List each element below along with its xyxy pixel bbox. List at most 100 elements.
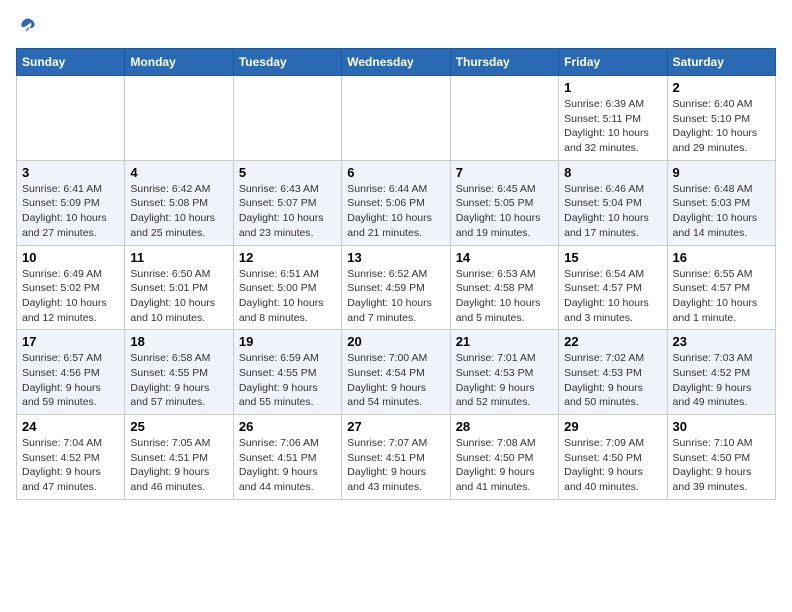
- day-info: Sunrise: 6:42 AM Sunset: 5:08 PM Dayligh…: [130, 182, 227, 241]
- calendar-cell: [342, 76, 450, 161]
- calendar-cell: 28 Sunrise: 7:08 AM Sunset: 4:50 PM Dayli…: [450, 415, 558, 500]
- weekday-header: Friday: [559, 49, 667, 76]
- calendar-cell: 2 Sunrise: 6:40 AM Sunset: 5:10 PM Daylig…: [667, 76, 775, 161]
- day-number: 19: [239, 334, 336, 349]
- calendar-cell: 25 Sunrise: 7:05 AM Sunset: 4:51 PM Dayli…: [125, 415, 233, 500]
- calendar-cell: 18 Sunrise: 6:58 AM Sunset: 4:55 PM Dayli…: [125, 330, 233, 415]
- day-number: 28: [456, 419, 553, 434]
- calendar-cell: 27Sunrise: 7:07 AM Sunset: 4:51 PM Dayli…: [342, 415, 450, 500]
- day-info: Sunrise: 6:50 AM Sunset: 5:01 PM Dayligh…: [130, 267, 227, 326]
- day-info: Sunrise: 6:49 AM Sunset: 5:02 PM Dayligh…: [22, 267, 119, 326]
- calendar-cell: 22 Sunrise: 7:02 AM Sunset: 4:53 PM Dayli…: [559, 330, 667, 415]
- day-info: Sunrise: 6:43 AM Sunset: 5:07 PM Dayligh…: [239, 182, 336, 241]
- day-info: Sunrise: 6:51 AM Sunset: 5:00 PM Dayligh…: [239, 267, 336, 326]
- day-number: 3: [22, 165, 119, 180]
- day-number: 16: [673, 250, 770, 265]
- weekday-header: Thursday: [450, 49, 558, 76]
- day-number: 27: [347, 419, 444, 434]
- day-info: Sunrise: 6:40 AM Sunset: 5:10 PM Dayligh…: [673, 97, 770, 156]
- day-number: 7: [456, 165, 553, 180]
- day-number: 5: [239, 165, 336, 180]
- day-number: 21: [456, 334, 553, 349]
- day-info: Sunrise: 7:06 AM Sunset: 4:51 PM Dayligh…: [239, 436, 336, 495]
- day-info: Sunrise: 7:10 AM Sunset: 4:50 PM Dayligh…: [673, 436, 770, 495]
- day-info: Sunrise: 7:04 AM Sunset: 4:52 PM Dayligh…: [22, 436, 119, 495]
- day-info: Sunrise: 6:45 AM Sunset: 5:05 PM Dayligh…: [456, 182, 553, 241]
- logo-bird-icon: [18, 16, 38, 36]
- calendar-cell: 8 Sunrise: 6:46 AM Sunset: 5:04 PM Daylig…: [559, 160, 667, 245]
- calendar-table: SundayMondayTuesdayWednesdayThursdayFrid…: [16, 48, 776, 500]
- weekday-header: Wednesday: [342, 49, 450, 76]
- day-info: Sunrise: 7:05 AM Sunset: 4:51 PM Dayligh…: [130, 436, 227, 495]
- day-number: 17: [22, 334, 119, 349]
- day-info: Sunrise: 7:01 AM Sunset: 4:53 PM Dayligh…: [456, 351, 553, 410]
- calendar-cell: 13 Sunrise: 6:52 AM Sunset: 4:59 PM Dayli…: [342, 245, 450, 330]
- day-number: 23: [673, 334, 770, 349]
- day-number: 14: [456, 250, 553, 265]
- day-number: 24: [22, 419, 119, 434]
- calendar-cell: 9 Sunrise: 6:48 AM Sunset: 5:03 PM Daylig…: [667, 160, 775, 245]
- day-info: Sunrise: 6:39 AM Sunset: 5:11 PM Dayligh…: [564, 97, 661, 156]
- calendar-cell: 17 Sunrise: 6:57 AM Sunset: 4:56 PM Dayli…: [17, 330, 125, 415]
- day-info: Sunrise: 6:54 AM Sunset: 4:57 PM Dayligh…: [564, 267, 661, 326]
- calendar-cell: [450, 76, 558, 161]
- day-number: 11: [130, 250, 227, 265]
- day-number: 2: [673, 80, 770, 95]
- calendar-cell: 7 Sunrise: 6:45 AM Sunset: 5:05 PM Daylig…: [450, 160, 558, 245]
- day-info: Sunrise: 6:59 AM Sunset: 4:55 PM Dayligh…: [239, 351, 336, 410]
- day-info: Sunrise: 6:48 AM Sunset: 5:03 PM Dayligh…: [673, 182, 770, 241]
- day-number: 13: [347, 250, 444, 265]
- page-header: [16, 16, 776, 36]
- day-info: Sunrise: 7:00 AM Sunset: 4:54 PM Dayligh…: [347, 351, 444, 410]
- calendar-cell: 15Sunrise: 6:54 AM Sunset: 4:57 PM Dayli…: [559, 245, 667, 330]
- calendar-cell: 1 Sunrise: 6:39 AM Sunset: 5:11 PM Daylig…: [559, 76, 667, 161]
- calendar-cell: 29 Sunrise: 7:09 AM Sunset: 4:50 PM Dayli…: [559, 415, 667, 500]
- day-number: 4: [130, 165, 227, 180]
- day-info: Sunrise: 7:02 AM Sunset: 4:53 PM Dayligh…: [564, 351, 661, 410]
- calendar-cell: 5 Sunrise: 6:43 AM Sunset: 5:07 PM Daylig…: [233, 160, 341, 245]
- logo: [16, 16, 38, 36]
- day-number: 9: [673, 165, 770, 180]
- calendar-cell: 3 Sunrise: 6:41 AM Sunset: 5:09 PM Daylig…: [17, 160, 125, 245]
- day-info: Sunrise: 7:03 AM Sunset: 4:52 PM Dayligh…: [673, 351, 770, 410]
- calendar-week-row: 10 Sunrise: 6:49 AM Sunset: 5:02 PM Dayli…: [17, 245, 776, 330]
- day-number: 22: [564, 334, 661, 349]
- day-number: 29: [564, 419, 661, 434]
- day-info: Sunrise: 7:08 AM Sunset: 4:50 PM Dayligh…: [456, 436, 553, 495]
- day-number: 1: [564, 80, 661, 95]
- day-number: 8: [564, 165, 661, 180]
- day-info: Sunrise: 6:57 AM Sunset: 4:56 PM Dayligh…: [22, 351, 119, 410]
- day-number: 20: [347, 334, 444, 349]
- calendar-cell: 20 Sunrise: 7:00 AM Sunset: 4:54 PM Dayli…: [342, 330, 450, 415]
- day-info: Sunrise: 6:58 AM Sunset: 4:55 PM Dayligh…: [130, 351, 227, 410]
- calendar-cell: [233, 76, 341, 161]
- calendar-cell: 23 Sunrise: 7:03 AM Sunset: 4:52 PM Dayli…: [667, 330, 775, 415]
- calendar-cell: 30 Sunrise: 7:10 AM Sunset: 4:50 PM Dayli…: [667, 415, 775, 500]
- calendar-week-row: 3 Sunrise: 6:41 AM Sunset: 5:09 PM Daylig…: [17, 160, 776, 245]
- day-number: 6: [347, 165, 444, 180]
- day-info: Sunrise: 6:41 AM Sunset: 5:09 PM Dayligh…: [22, 182, 119, 241]
- calendar-cell: 26Sunrise: 7:06 AM Sunset: 4:51 PM Dayli…: [233, 415, 341, 500]
- calendar-week-row: 17 Sunrise: 6:57 AM Sunset: 4:56 PM Dayli…: [17, 330, 776, 415]
- calendar-cell: 10 Sunrise: 6:49 AM Sunset: 5:02 PM Dayli…: [17, 245, 125, 330]
- calendar-cell: 19 Sunrise: 6:59 AM Sunset: 4:55 PM Dayli…: [233, 330, 341, 415]
- day-number: 30: [673, 419, 770, 434]
- day-info: Sunrise: 6:46 AM Sunset: 5:04 PM Dayligh…: [564, 182, 661, 241]
- day-number: 18: [130, 334, 227, 349]
- calendar-cell: 14Sunrise: 6:53 AM Sunset: 4:58 PM Dayli…: [450, 245, 558, 330]
- calendar-cell: 24 Sunrise: 7:04 AM Sunset: 4:52 PM Dayli…: [17, 415, 125, 500]
- day-number: 25: [130, 419, 227, 434]
- day-info: Sunrise: 6:44 AM Sunset: 5:06 PM Dayligh…: [347, 182, 444, 241]
- calendar-cell: [17, 76, 125, 161]
- day-info: Sunrise: 6:52 AM Sunset: 4:59 PM Dayligh…: [347, 267, 444, 326]
- calendar-week-row: 1 Sunrise: 6:39 AM Sunset: 5:11 PM Daylig…: [17, 76, 776, 161]
- weekday-header: Tuesday: [233, 49, 341, 76]
- weekday-header: Monday: [125, 49, 233, 76]
- day-info: Sunrise: 7:09 AM Sunset: 4:50 PM Dayligh…: [564, 436, 661, 495]
- day-info: Sunrise: 6:55 AM Sunset: 4:57 PM Dayligh…: [673, 267, 770, 326]
- calendar-cell: 12 Sunrise: 6:51 AM Sunset: 5:00 PM Dayli…: [233, 245, 341, 330]
- calendar-header-row: SundayMondayTuesdayWednesdayThursdayFrid…: [17, 49, 776, 76]
- day-number: 10: [22, 250, 119, 265]
- day-number: 12: [239, 250, 336, 265]
- calendar-cell: 4 Sunrise: 6:42 AM Sunset: 5:08 PM Daylig…: [125, 160, 233, 245]
